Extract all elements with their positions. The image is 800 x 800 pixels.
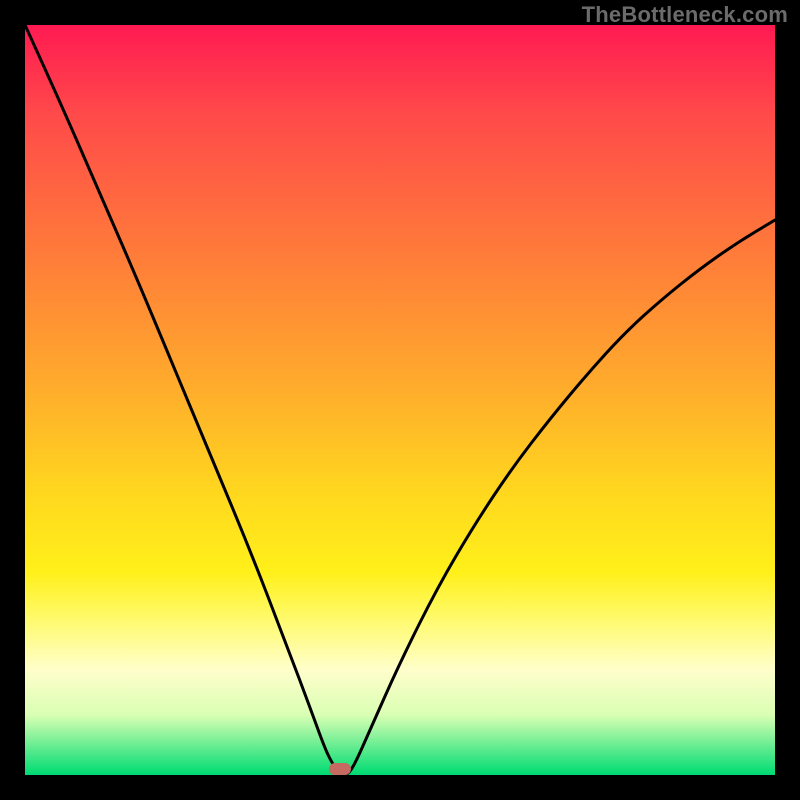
curve-path — [25, 25, 775, 775]
trough-marker — [329, 763, 351, 775]
chart-frame: TheBottleneck.com — [0, 0, 800, 800]
bottleneck-curve — [25, 25, 775, 775]
plot-area — [25, 25, 775, 775]
watermark-text: TheBottleneck.com — [582, 2, 788, 28]
